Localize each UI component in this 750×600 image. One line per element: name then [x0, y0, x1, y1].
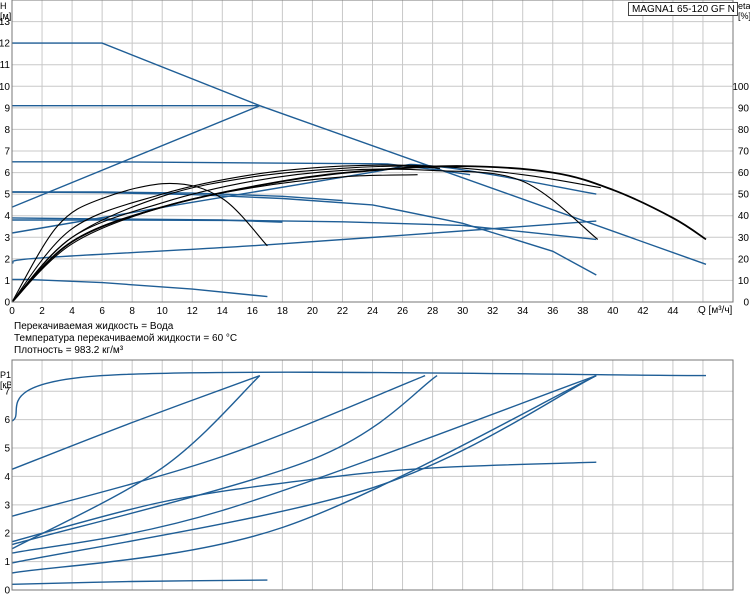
- power-curve: [11, 461, 597, 543]
- head-tick-label: 0: [4, 298, 10, 309]
- x-tick-label: 44: [667, 306, 679, 317]
- head-tick-label: 10: [0, 82, 10, 93]
- x-tick-label: 10: [157, 306, 169, 317]
- x-tick-label: 6: [99, 306, 105, 317]
- efficiency-tick-label: 0: [743, 298, 749, 309]
- head-curve: [11, 191, 597, 276]
- efficiency-tick-label: 70: [738, 147, 750, 158]
- power-axis-label: P1 [кВт]: [0, 370, 11, 390]
- head-tick-label: 5: [4, 190, 10, 201]
- head-tick-label: 6: [4, 168, 10, 179]
- head-tick-label: 11: [0, 60, 10, 71]
- x-tick-label: 24: [367, 306, 379, 317]
- efficiency-tick-label: 90: [738, 103, 750, 114]
- pump-performance-chart: 0 2 4 6 8 10 12 14 16 18 20 22 24 26 28 30 32 34 36 38 40 42 4…: [0, 0, 749, 597]
- x-tick-label: 8: [129, 306, 135, 317]
- curves: [11, 42, 707, 585]
- power-curve: [11, 374, 597, 564]
- head-tick-label: 7: [4, 147, 10, 158]
- power-tick-label: 4: [4, 472, 10, 483]
- efficiency-curve: [11, 182, 268, 303]
- efficiency-curve: [11, 165, 707, 303]
- head-curve: [12, 42, 707, 265]
- power-tick-label: 1: [4, 557, 10, 568]
- x-tick-label: 42: [637, 306, 649, 317]
- x-tick-label: 16: [247, 306, 259, 317]
- x-tick-label: 22: [337, 306, 349, 317]
- efficiency-tick-label: 60: [738, 168, 750, 179]
- power-curve: [11, 374, 597, 574]
- head-tick-label: 2: [4, 254, 10, 265]
- power-tick-label: 5: [4, 444, 10, 455]
- power-curve: [11, 579, 268, 585]
- x-tick-label: 12: [187, 306, 199, 317]
- fluid-density: Плотность = 983.2 кг/м³: [14, 345, 124, 356]
- x-tick-label: 18: [277, 306, 289, 317]
- x-tick-label: 0: [9, 306, 15, 317]
- power-tick-label: 2: [4, 529, 10, 540]
- fluid-temperature: Температура перекачиваемой жидкости = 60…: [14, 333, 238, 344]
- power-tick-label: 0: [4, 586, 10, 597]
- efficiency-tick-label: 80: [738, 125, 750, 136]
- x-tick-label: 30: [457, 306, 469, 317]
- pump-model-box: MAGNA1 65-120 GF N: [628, 2, 738, 16]
- head-tick-label: 1: [4, 276, 10, 287]
- efficiency-tick-label: 20: [738, 254, 750, 265]
- x-tick-label: 26: [397, 306, 409, 317]
- efficiency-tick-label: 40: [738, 211, 750, 222]
- x-tick-label: 14: [217, 306, 229, 317]
- power-tick-label: 3: [4, 500, 10, 511]
- fluid-liquid: Перекачиваемая жидкость = Вода: [14, 321, 174, 332]
- x-tick-label: 36: [547, 306, 559, 317]
- efficiency-tick-label: 10: [738, 276, 750, 287]
- head-tick-label: 8: [4, 125, 10, 136]
- head-tick-label: 9: [4, 103, 10, 114]
- head-axis-label: H [м]: [0, 1, 11, 21]
- x-tick-label: 34: [517, 306, 529, 317]
- power-curve: [11, 371, 707, 422]
- x-tick-label: 4: [69, 306, 75, 317]
- power-tick-label: 6: [4, 415, 10, 426]
- efficiency-tick-label: 50: [738, 190, 750, 201]
- efficiency-tick-label: 100: [732, 82, 749, 93]
- power-curve: [11, 375, 438, 546]
- efficiency-axis-label: eta [%]: [738, 1, 750, 21]
- x-tick-label: 32: [487, 306, 499, 317]
- efficiency-tick-label: 30: [738, 233, 750, 244]
- head-tick-label: 3: [4, 233, 10, 244]
- head-tick-label: 4: [4, 211, 10, 222]
- flow-axis-label: Q [м³/ч]: [698, 305, 733, 316]
- efficiency-curve: [11, 164, 601, 303]
- x-tick-label: 28: [427, 306, 439, 317]
- pump-model-label: MAGNA1 65-120 GF N: [632, 4, 735, 15]
- head-tick-label: 12: [0, 39, 10, 50]
- x-tick-label: 2: [39, 306, 45, 317]
- head-curve: [12, 278, 268, 298]
- x-tick-label: 38: [577, 306, 589, 317]
- head-grid: [11, 0, 733, 303]
- x-tick-label: 40: [607, 306, 619, 317]
- power-grid: [11, 360, 733, 591]
- tick-labels: 0 2 4 6 8 10 12 14 16 18 20 22 24 26 28 30 32 34 36 38 40 42 4…: [0, 17, 749, 596]
- x-tick-label: 20: [307, 306, 319, 317]
